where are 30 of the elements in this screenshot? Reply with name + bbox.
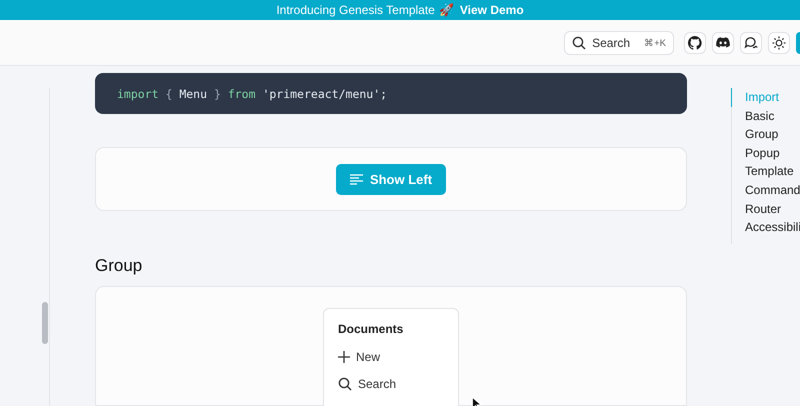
toc-link[interactable]: Template [731, 162, 800, 181]
github-icon-button[interactable] [684, 32, 706, 54]
chat-icon-button[interactable] [740, 32, 762, 54]
toc-link[interactable]: Popup [731, 144, 800, 162]
banner-text: Introducing Genesis Template [276, 3, 435, 17]
menu-item[interactable]: New [338, 349, 444, 365]
theme-toggle-button[interactable] [768, 32, 790, 54]
search-icon [572, 36, 586, 50]
shortcut-hint: ⌘+K [644, 36, 666, 48]
gamepad-logo-icon [716, 36, 730, 48]
menu-lines-icon [350, 174, 363, 185]
plus-icon [338, 351, 350, 363]
search-label: Search [592, 36, 630, 50]
menu-group-heading: Documents [338, 322, 404, 336]
rocket-emoji: 🚀 [438, 3, 454, 17]
toc-link[interactable]: Group [731, 125, 800, 144]
sun-icon [772, 36, 786, 50]
menu-item[interactable]: Search [338, 376, 444, 392]
toolbar-button[interactable] [796, 32, 800, 54]
cat-logo-icon [688, 36, 702, 50]
scrollbar-thumb[interactable] [42, 302, 48, 344]
toc-link[interactable]: Command [731, 180, 800, 200]
discord-icon-button[interactable] [712, 32, 734, 54]
toc-link[interactable]: Router [731, 200, 800, 218]
section-heading: Group [95, 255, 144, 276]
chat-bubbles-icon [744, 36, 758, 50]
search-button[interactable]: Search ⌘+K [564, 30, 674, 54]
toc-link[interactable]: Accessibili [731, 218, 800, 237]
toc-link[interactable]: Basic [731, 106, 800, 126]
search-icon [338, 377, 352, 391]
